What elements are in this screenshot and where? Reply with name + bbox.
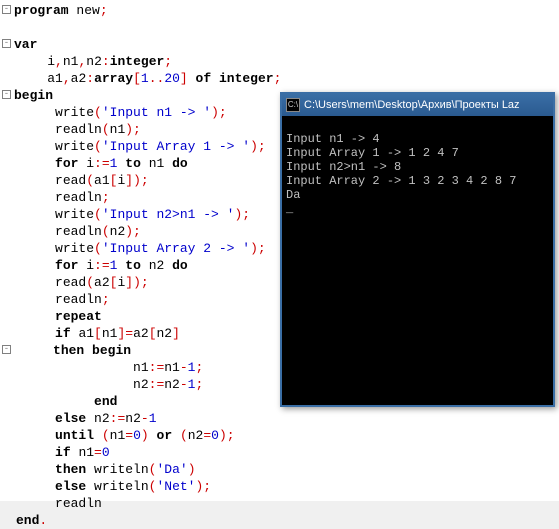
console-window[interactable]: C:\ C:\Users\mem\Desktop\Архив\Проекты L… [280,92,555,407]
fold-icon[interactable]: - [2,39,11,48]
console-line: Input n1 -> 4 [286,132,380,146]
kw-program: program [14,3,69,18]
console-line: Input Array 2 -> 1 3 2 3 4 2 8 7 [286,174,516,188]
console-output: Input n1 -> 4 Input Array 1 -> 1 2 4 7 I… [282,116,553,218]
console-title: C:\Users\mem\Desktop\Архив\Проекты Laz [304,99,520,111]
console-line: Input Array 1 -> 1 2 4 7 [286,146,459,160]
console-line: Da [286,188,300,202]
console-cursor: _ [286,202,293,216]
console-icon: C:\ [286,98,300,112]
console-titlebar[interactable]: C:\ C:\Users\mem\Desktop\Архив\Проекты L… [282,94,553,116]
kw-begin: begin [14,88,53,103]
console-line: Input n2>n1 -> 8 [286,160,401,174]
fold-icon[interactable]: - [2,90,11,99]
fold-icon[interactable]: - [2,345,11,354]
kw-end: end [16,513,39,528]
kw-var: var [14,37,37,52]
fold-icon[interactable]: - [2,5,11,14]
